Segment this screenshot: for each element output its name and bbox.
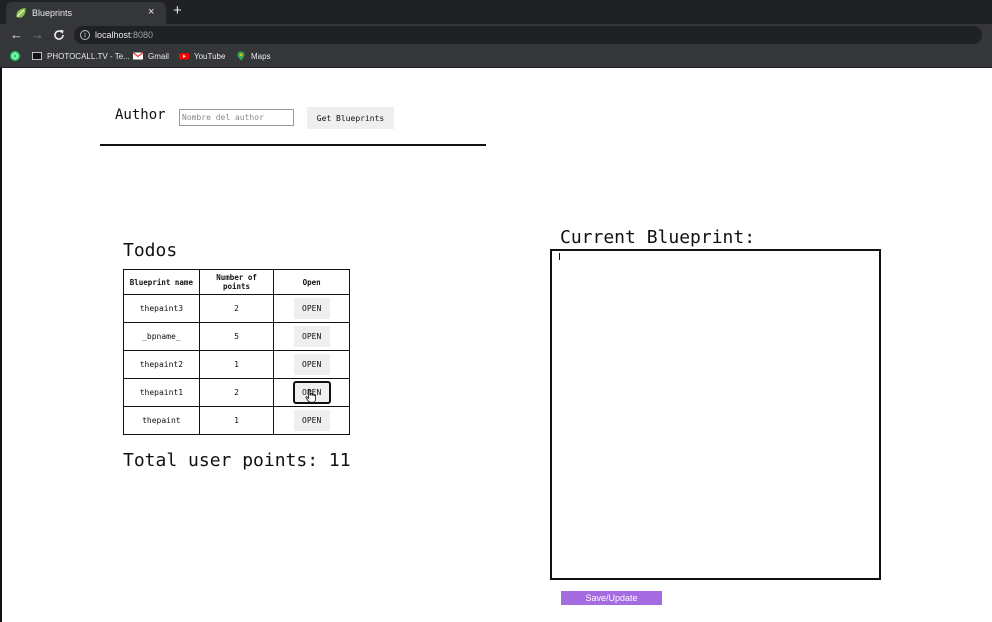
open-button[interactable]: OPEN [293,298,330,319]
points-cell: 5 [198,322,275,351]
spring-leaf-icon [16,8,26,18]
open-cell: OPEN [273,406,350,435]
maps-pin-icon [237,51,245,61]
total-user-points: Total user points: 11 [123,450,351,471]
blueprints-title: Todos [123,240,178,261]
bookmark-label: PHOTOCALL.TV - Te... [47,52,130,61]
browser-toolbar: ← → i localhost:8080 [0,24,992,46]
table-row: thepaint 1 OPEN [123,406,350,435]
blueprint-canvas[interactable] [550,249,881,580]
divider [100,144,486,146]
site-info-icon[interactable]: i [80,30,90,40]
save-update-button[interactable]: Save/Update [561,591,662,605]
blueprints-table: Blueprint name Number of points Open the… [123,269,350,435]
bookmark-photocall[interactable]: PHOTOCALL.TV - Te... [32,50,130,64]
whatsapp-icon[interactable] [10,50,20,64]
column-header-open: Open [273,269,350,295]
table-row: thepaint3 2 OPEN [123,294,350,323]
tab-close-icon[interactable]: × [148,5,154,19]
author-input[interactable] [179,109,294,126]
column-header-points: Number of points [198,269,275,295]
open-cell: OPEN [273,350,350,379]
tab-title: Blueprints [32,8,73,18]
current-blueprint-title: Current Blueprint: [560,227,756,248]
open-cell: OPEN [273,322,350,351]
bookmark-gmail[interactable]: Gmail [133,50,169,64]
new-tab-icon[interactable]: + [173,2,182,20]
bookmark-label: Maps [251,52,271,61]
column-header-name: Blueprint name [123,269,200,295]
author-label: Author [115,107,166,123]
tv-icon [32,51,42,60]
open-button[interactable]: OPEN [293,354,330,375]
open-cell: OPEN [273,378,350,407]
bookmark-maps[interactable]: Maps [236,50,271,64]
gmail-icon [133,51,143,60]
table-row: thepaint2 1 OPEN [123,350,350,379]
table-row: _bpname_ 5 OPEN [123,322,350,351]
open-button[interactable]: OPEN [293,326,330,347]
canvas-marker [559,253,560,260]
points-cell: 2 [198,294,275,323]
blueprint-name-cell: thepaint [123,406,200,435]
browser-tab[interactable]: Blueprints × [6,2,166,24]
table-header-row: Blueprint name Number of points Open [123,269,350,295]
back-arrow-icon[interactable]: ← [10,27,23,43]
open-cell: OPEN [273,294,350,323]
blueprint-name-cell: thepaint3 [123,294,200,323]
url-port: :8080 [130,30,154,40]
bookmark-label: Gmail [148,52,169,61]
page-content: Author Get Blueprints Todos Blueprint na… [0,68,992,622]
blueprint-name-cell: thepaint2 [123,350,200,379]
blueprint-name-cell: _bpname_ [123,322,200,351]
reload-icon[interactable] [53,29,65,41]
address-bar[interactable]: i localhost:8080 [74,26,982,44]
table-row: thepaint1 2 OPEN [123,378,350,407]
youtube-icon [179,52,189,60]
blueprint-name-cell: thepaint1 [123,378,200,407]
points-cell: 1 [198,350,275,379]
url-text: localhost:8080 [95,28,153,42]
tab-strip: Blueprints × + [0,0,992,24]
bookmark-label: YouTube [194,52,226,61]
open-button[interactable]: OPEN [293,410,330,431]
forward-arrow-icon[interactable]: → [31,27,44,43]
get-blueprints-button[interactable]: Get Blueprints [307,107,394,129]
url-host: localhost [95,30,131,40]
points-cell: 2 [198,378,275,407]
points-cell: 1 [198,406,275,435]
bookmark-youtube[interactable]: YouTube [179,50,225,64]
open-button[interactable]: OPEN [292,381,331,404]
bookmarks-bar: PHOTOCALL.TV - Te... Gmail YouTube Maps [0,46,992,68]
